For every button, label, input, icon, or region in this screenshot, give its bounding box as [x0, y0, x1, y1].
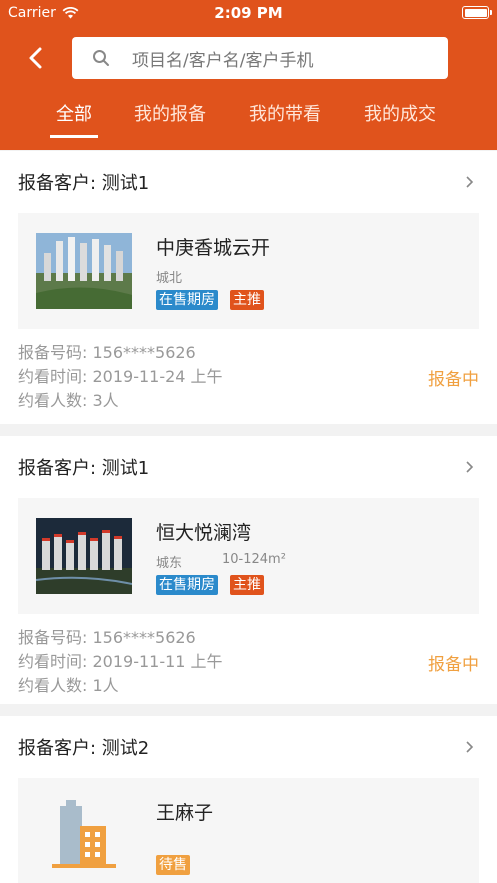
report-card[interactable]: 报备客户: 测试1 中庚香城云开 城北 在售期房 主推 报备号码: 156***…	[0, 151, 497, 424]
tab-my-deals[interactable]: 我的成交	[364, 100, 436, 126]
project-panel[interactable]: 中庚香城云开 城北 在售期房 主推	[18, 213, 479, 329]
visitor-count: 约看人数: 1人	[18, 676, 119, 695]
project-panel[interactable]: 王麻子 待售	[18, 778, 479, 883]
tag-featured: 主推	[230, 575, 264, 595]
status-time: 2:09 PM	[214, 4, 283, 22]
tab-all[interactable]: 全部	[50, 100, 98, 138]
tag-on-sale: 在售期房	[156, 290, 218, 310]
search-placeholder: 项目名/客户名/客户手机	[132, 50, 314, 71]
visit-time: 约看时间: 2019-11-24 上午	[18, 367, 223, 386]
report-phone: 报备号码: 156****5626	[18, 628, 196, 647]
report-card[interactable]: 报备客户: 测试2 王麻子 待售	[0, 716, 497, 883]
building-placeholder-icon	[52, 800, 116, 868]
back-arrow-icon[interactable]	[22, 44, 50, 72]
chevron-right-icon	[466, 461, 474, 473]
tag-featured: 主推	[230, 290, 264, 310]
visit-time: 约看时间: 2019-11-11 上午	[18, 652, 223, 671]
status-bar: Carrier 2:09 PM	[0, 0, 497, 26]
status-badge: 报备中	[428, 370, 479, 390]
status-badge: 报备中	[428, 655, 479, 675]
search-input[interactable]: 项目名/客户名/客户手机	[72, 37, 448, 79]
tab-indicator	[50, 135, 98, 138]
customer-name: 报备客户: 测试1	[18, 458, 150, 479]
report-info: 报备号码: 156****5626 约看时间: 2019-11-24 上午 约看…	[0, 329, 497, 431]
tab-bar: 全部 我的报备 我的带看 我的成交	[0, 100, 497, 150]
customer-name: 报备客户: 测试1	[18, 173, 150, 194]
project-name: 恒大悦澜湾	[156, 522, 252, 544]
customer-name: 报备客户: 测试2	[18, 738, 150, 759]
chevron-right-icon	[466, 176, 474, 188]
project-name: 中庚香城云开	[156, 237, 271, 259]
report-phone: 报备号码: 156****5626	[18, 343, 196, 362]
project-area: 10-124m²	[222, 552, 286, 567]
tab-my-reports[interactable]: 我的报备	[134, 100, 206, 126]
report-info: 报备号码: 156****5626 约看时间: 2019-11-11 上午 约看…	[0, 614, 497, 716]
project-thumbnail	[36, 233, 132, 309]
project-district: 城东	[156, 556, 183, 571]
visitor-count: 约看人数: 3人	[18, 391, 119, 410]
card-header[interactable]: 报备客户: 测试2	[0, 716, 497, 778]
report-card[interactable]: 报备客户: 测试1 恒大悦澜湾 城东 10-124m² 在售期房 主推 报备号码…	[0, 436, 497, 704]
chevron-right-icon	[466, 741, 474, 753]
tag-on-sale: 在售期房	[156, 575, 218, 595]
tab-my-viewings[interactable]: 我的带看	[249, 100, 321, 126]
project-name: 王麻子	[156, 802, 214, 824]
search-icon	[93, 50, 109, 66]
tag-upcoming: 待售	[156, 855, 190, 875]
card-header[interactable]: 报备客户: 测试1	[0, 436, 497, 498]
card-header[interactable]: 报备客户: 测试1	[0, 151, 497, 213]
project-thumbnail	[36, 518, 132, 594]
project-district: 城北	[156, 271, 183, 286]
header: Carrier 2:09 PM 项目名/客户名/客户手机 全部 我的报备 我的带…	[0, 0, 497, 150]
project-panel[interactable]: 恒大悦澜湾 城东 10-124m² 在售期房 主推	[18, 498, 479, 614]
battery-icon	[462, 6, 492, 19]
